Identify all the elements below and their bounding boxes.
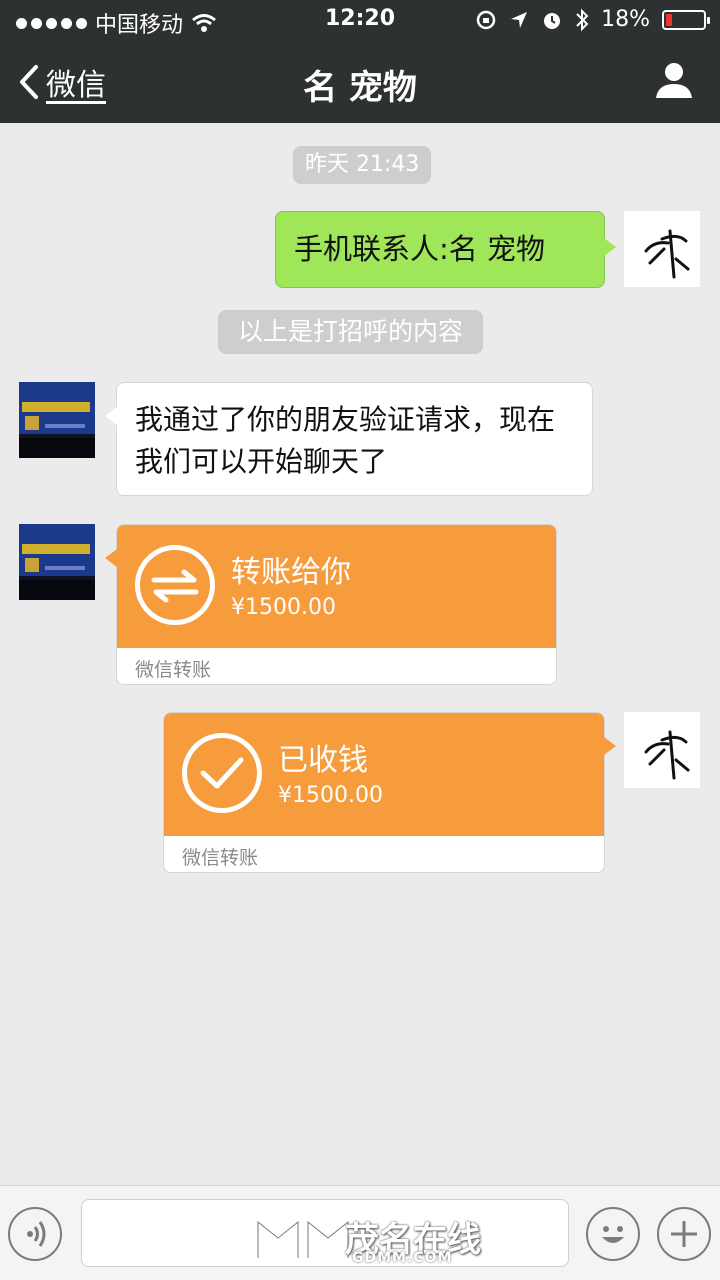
- status-bar: 中国移动 12:20 18%: [0, 0, 720, 40]
- voice-button[interactable]: [8, 1207, 62, 1261]
- system-notice-pill: 以上是打招呼的内容: [218, 310, 484, 354]
- battery-percent: 18%: [601, 7, 650, 32]
- location-icon: [511, 11, 528, 28]
- transfer-title: 已收钱: [278, 743, 368, 778]
- signature-avatar-image: [644, 229, 690, 279]
- nav-bar: 微信 名 宠物: [0, 40, 720, 123]
- contact-avatar[interactable]: [19, 382, 95, 458]
- signature-avatar-image: [644, 730, 690, 780]
- transfer-card-received[interactable]: 已收钱 ¥1500.00 微信转账: [163, 712, 616, 873]
- person-icon[interactable]: [654, 60, 694, 100]
- contact-avatar[interactable]: [19, 524, 95, 600]
- outgoing-message-bubble[interactable]: 手机联系人:名 宠物: [275, 211, 616, 288]
- voice-icon: [27, 1221, 46, 1247]
- transfer-card-sent[interactable]: 转账给你 ¥1500.00 微信转账: [105, 524, 557, 685]
- more-button[interactable]: [657, 1207, 711, 1261]
- plus-icon: [671, 1221, 697, 1247]
- battery-fill: [666, 13, 673, 26]
- transfer-arrows-icon: [135, 545, 215, 625]
- transfer-amount: ¥1500.00: [231, 595, 336, 620]
- shop-sign-avatar-image: [19, 524, 95, 600]
- timestamp-pill: 昨天 21:43: [293, 146, 432, 184]
- my-avatar[interactable]: [624, 712, 700, 788]
- transfer-title: 转账给你: [231, 555, 351, 590]
- incoming-message-bubble[interactable]: 我通过了你的朋友验证请求，现在我们可以开始聊天了: [105, 382, 593, 496]
- transfer-footer: 微信转账: [182, 847, 259, 869]
- top-bar: 中国移动 12:20 18% 微信 名 宠物: [0, 0, 720, 123]
- status-right: 18%: [475, 7, 710, 32]
- emoji-button[interactable]: [586, 1207, 640, 1261]
- rotation-lock-icon: [476, 10, 496, 29]
- transfer-amount: ¥1500.00: [278, 783, 383, 808]
- transfer-footer: 微信转账: [135, 659, 212, 681]
- my-avatar[interactable]: [624, 211, 700, 287]
- chat-title: 名 宠物: [303, 68, 417, 108]
- bluetooth-icon: [576, 8, 589, 31]
- alarm-icon: [544, 12, 561, 29]
- emoji-icon: [602, 1226, 624, 1243]
- check-icon: [182, 733, 262, 813]
- watermark-sub: GDMM.COM: [352, 1250, 453, 1266]
- battery-icon: [662, 9, 710, 30]
- transfer-card-header: 转账给你 ¥1500.00: [117, 525, 556, 648]
- transfer-card-header: 已收钱 ¥1500.00: [164, 713, 604, 836]
- shop-sign-avatar-image: [19, 382, 95, 458]
- chat-area[interactable]: 昨天 21:43 手机联系人:名 宠物 以上是打招呼的内容 我通过了你的朋友验证…: [0, 123, 720, 1185]
